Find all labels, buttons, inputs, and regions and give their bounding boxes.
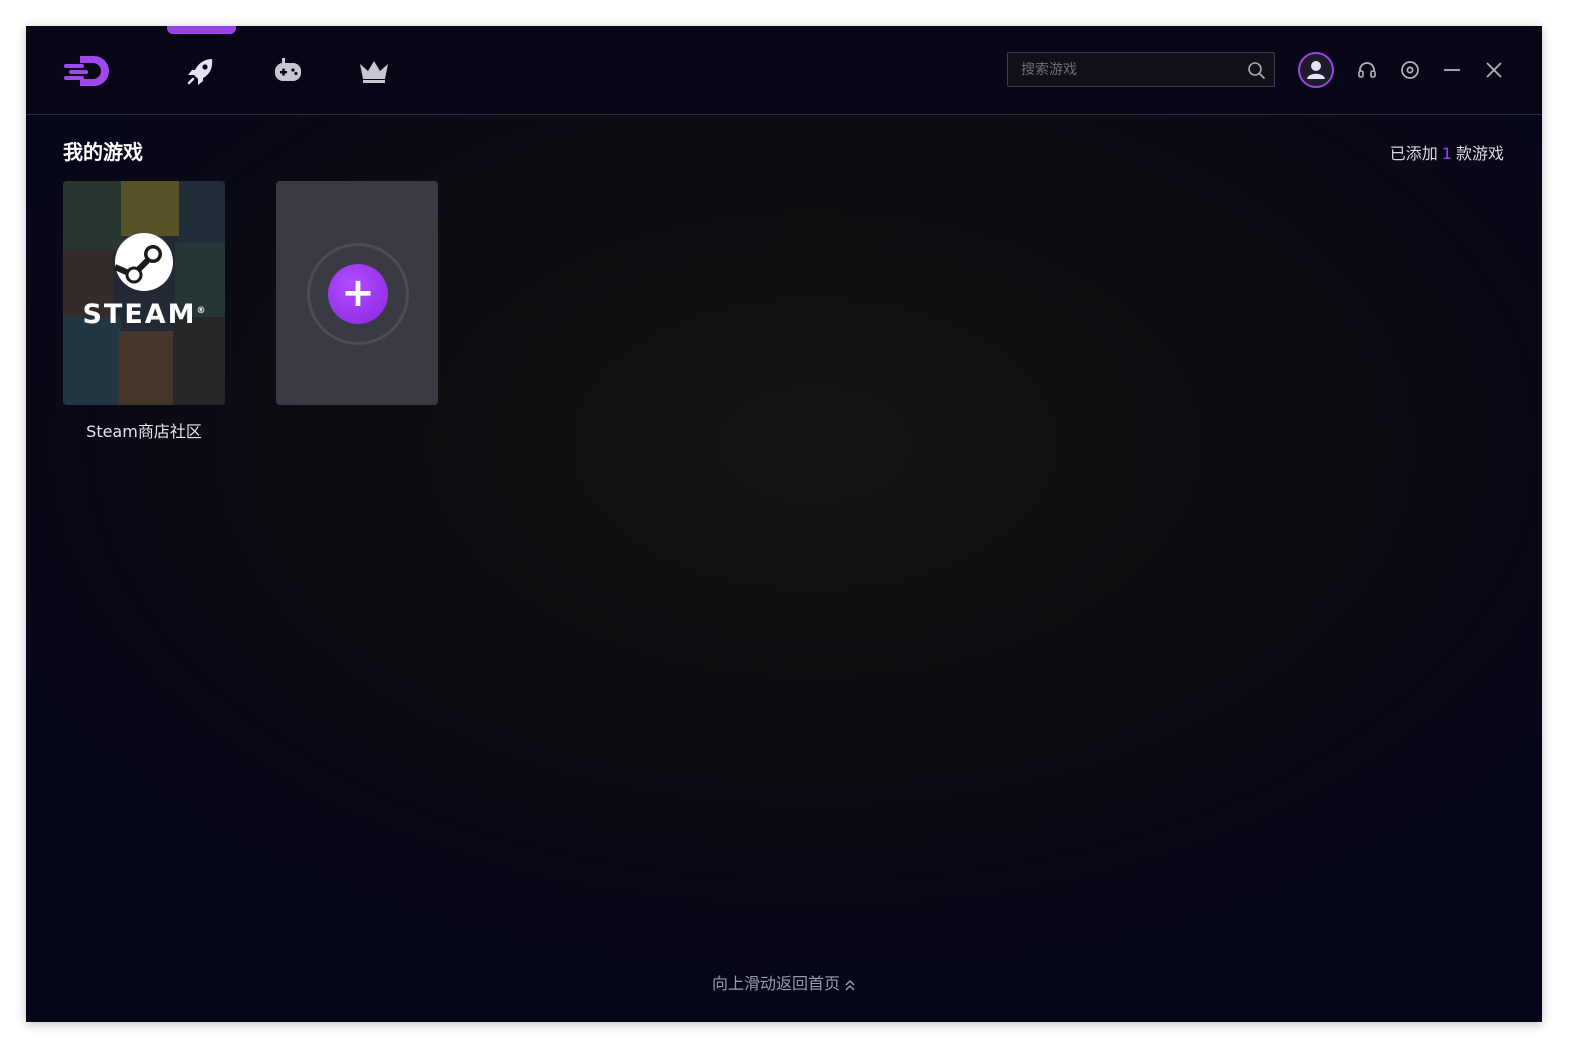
added-games-count: 已添加 1 款游戏 (1390, 140, 1504, 164)
scroll-hint-text: 向上滑动返回首页 (711, 974, 840, 993)
search-input[interactable] (1008, 53, 1238, 86)
added-count-number: 1 (1441, 144, 1452, 163)
cover-overlay (63, 181, 225, 405)
settings-button[interactable] (1399, 59, 1421, 81)
user-icon (1307, 61, 1325, 79)
app-window: 我的游戏 已添加1款游戏 STEAM® Steam商店社区 (26, 26, 1542, 1022)
minimize-button[interactable] (1441, 59, 1463, 81)
nav-vip-tab[interactable] (357, 54, 391, 88)
nav-accelerate-tab[interactable] (184, 54, 218, 88)
search-icon[interactable] (1247, 61, 1266, 80)
gamepad-icon (275, 58, 301, 81)
close-icon (1486, 62, 1502, 78)
title-bar (26, 26, 1542, 115)
settings-icon (1401, 61, 1419, 79)
active-tab-indicator (167, 26, 236, 34)
plus-icon[interactable]: + (328, 264, 388, 324)
added-prefix: 已添加 (1389, 144, 1438, 163)
headset-icon (1358, 62, 1376, 78)
add-game-card[interactable]: + (276, 181, 438, 405)
crown-icon (360, 61, 388, 83)
steam-logo-icon (113, 233, 173, 291)
steam-cover-text: STEAM® (82, 299, 206, 330)
user-avatar[interactable] (1298, 52, 1334, 88)
nav-games-tab[interactable] (271, 54, 305, 88)
game-cover: STEAM® (63, 181, 225, 405)
rocket-icon (187, 59, 213, 85)
game-card-steam[interactable]: STEAM® Steam商店社区 (63, 181, 225, 442)
customer-service-button[interactable] (1356, 59, 1378, 81)
game-name: Steam商店社区 (86, 422, 202, 441)
section-title: 我的游戏 (63, 140, 143, 164)
double-chevron-up-icon (845, 979, 855, 991)
added-suffix: 款游戏 (1455, 144, 1504, 163)
app-logo-icon[interactable] (62, 52, 114, 90)
close-button[interactable] (1483, 59, 1505, 81)
scroll-back-home-hint[interactable]: 向上滑动返回首页 (26, 970, 1542, 994)
minimize-icon (1444, 69, 1460, 71)
search-box (1007, 52, 1275, 87)
